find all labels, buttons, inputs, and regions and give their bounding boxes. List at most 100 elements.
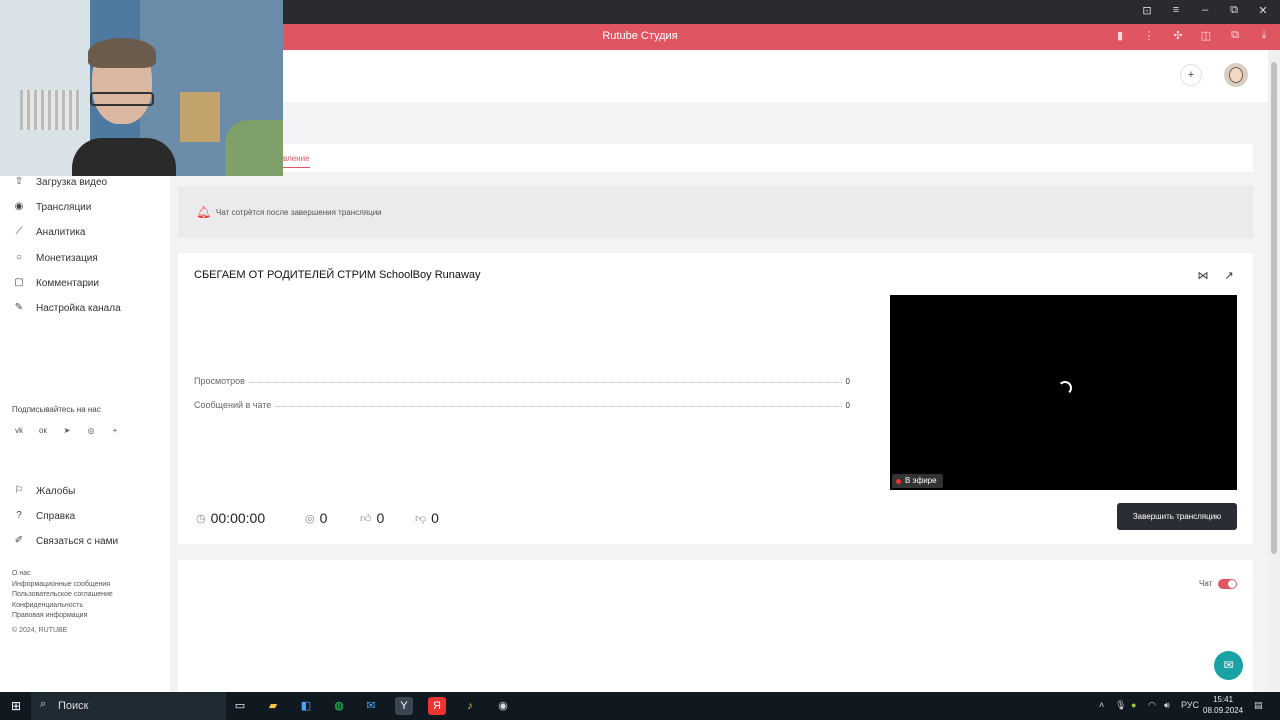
plus-icon[interactable]: + bbox=[108, 424, 122, 438]
live-badge: В эфире bbox=[892, 474, 943, 488]
scrollbar[interactable] bbox=[1268, 50, 1280, 692]
stream-card: СБЕГАЕМ ОТ РОДИТЕЛЕЙ СТРИМ SchoolBoy Run… bbox=[178, 253, 1253, 544]
vk-icon[interactable]: vk bbox=[12, 424, 26, 438]
sidebar-item-help[interactable]: ? Справка bbox=[12, 506, 75, 526]
ok-icon[interactable]: ок bbox=[36, 424, 50, 438]
sidebar-item-broadcasts[interactable]: ◉ Трансляции bbox=[12, 197, 92, 217]
telegram-icon[interactable]: ➤ bbox=[60, 424, 74, 438]
external-link-icon[interactable]: ↗ bbox=[1222, 269, 1236, 282]
copyright: © 2024, RUTUBE bbox=[12, 627, 68, 634]
sidebar-item-label: Справка bbox=[36, 510, 76, 522]
end-broadcast-button[interactable]: Завершить трансляцию bbox=[1117, 503, 1237, 530]
thumbs-down-icon: 👎︎ bbox=[415, 512, 427, 525]
footer-link-about[interactable]: О нас bbox=[12, 569, 113, 580]
maximize-button[interactable]: ⧉ bbox=[1226, 4, 1242, 17]
download-icon[interactable]: ⤓ bbox=[1256, 29, 1272, 42]
footer-link-terms[interactable]: Пользовательское соглашение bbox=[12, 590, 113, 601]
comment-icon: ▢ bbox=[14, 277, 24, 288]
stat-value: 0 bbox=[845, 377, 850, 386]
dislikes-meter: 👎︎ 0 bbox=[415, 510, 439, 526]
broadcast-icon: ◉ bbox=[14, 201, 24, 212]
yandex-icon[interactable]: Я bbox=[428, 697, 446, 715]
chat-card: Чат ✉ bbox=[178, 560, 1253, 692]
sidebar: ⇧ Загрузка видео ◉ Трансляции ⟋ Аналитик… bbox=[0, 102, 170, 692]
sidebar-item-label: Комментарии bbox=[36, 277, 99, 289]
live-label: В эфире bbox=[905, 476, 937, 485]
thumbs-up-icon: 👍︎ bbox=[360, 512, 372, 525]
footer-link-legal[interactable]: Правовая информация bbox=[12, 611, 113, 622]
obs-icon[interactable]: ◉ bbox=[494, 697, 512, 715]
social-links: vk ок ➤ ◎ + bbox=[12, 424, 122, 438]
taskbar: ⊞ ⌕ Поиск ▭ ▰ ◧ ◍ ✉ Y Я ♪ ◉ ˄ 🎙︎ ● ◠ 🔊︎ … bbox=[0, 692, 1280, 720]
microphone-icon[interactable]: 🎙︎ bbox=[1115, 700, 1126, 711]
support-chat-button[interactable]: ✉ bbox=[1214, 651, 1243, 680]
sidebar-item-label: Аналитика bbox=[36, 226, 86, 238]
webcam-overlay bbox=[0, 0, 283, 176]
share-icon[interactable]: ⋈ bbox=[1196, 269, 1210, 282]
bookmark-flag-icon[interactable]: ▮ bbox=[1112, 29, 1128, 42]
clock-icon: ◷ bbox=[196, 512, 206, 525]
app-tray-icon[interactable]: ● bbox=[1131, 700, 1136, 710]
dislikes-value: 0 bbox=[431, 510, 439, 526]
stat-label: Сообщений в чате bbox=[194, 400, 272, 410]
sidebar-item-label: Монетизация bbox=[36, 252, 98, 264]
more-icon[interactable]: ⋮ bbox=[1141, 29, 1157, 42]
stat-views: Просмотров 0 bbox=[194, 372, 850, 386]
whatsapp-icon[interactable]: ◍ bbox=[330, 697, 348, 715]
sidebar-item-contact[interactable]: ✐ Связаться с нами bbox=[12, 531, 118, 551]
sidebar-item-channel-settings[interactable]: ✎ Настройка канала bbox=[12, 298, 121, 318]
yandex-browser-icon[interactable]: Y bbox=[395, 697, 413, 715]
task-view-icon[interactable]: ▭ bbox=[231, 697, 249, 715]
stat-label: Просмотров bbox=[194, 376, 245, 386]
search-label: Поиск bbox=[58, 700, 89, 712]
close-button[interactable]: ✕ bbox=[1255, 4, 1271, 17]
clock[interactable]: 15:41 08.09.2024 bbox=[1203, 694, 1243, 716]
tray-arrow-icon[interactable]: ˄ bbox=[1099, 700, 1104, 710]
store-icon[interactable]: ◧ bbox=[297, 697, 315, 715]
footer-link-info[interactable]: Информационные сообщения bbox=[12, 580, 113, 591]
sidebar-item-analytics[interactable]: ⟋ Аналитика bbox=[12, 222, 86, 242]
settings-wand-icon: ✎ bbox=[14, 302, 24, 313]
sidebar-item-complaints[interactable]: ⚐ Жалобы bbox=[12, 481, 76, 501]
menu-icon[interactable]: ≡ bbox=[1168, 4, 1184, 16]
notifications-icon[interactable]: ▤ bbox=[1254, 700, 1263, 711]
avatar[interactable] bbox=[1224, 63, 1248, 87]
explorer-icon[interactable]: ▰ bbox=[264, 697, 282, 715]
add-content-button[interactable]: + bbox=[1180, 64, 1202, 86]
subscribe-label: Подписывайтесь на нас bbox=[12, 405, 101, 414]
language-indicator[interactable]: РУС bbox=[1181, 700, 1199, 710]
sidebar-item-label: Жалобы bbox=[36, 485, 76, 497]
viewers-value: 0 bbox=[319, 510, 328, 526]
money-icon: ○ bbox=[15, 252, 23, 263]
mail-icon[interactable]: ✉ bbox=[362, 697, 380, 715]
flag-icon: ⚐ bbox=[14, 485, 24, 496]
tab-active[interactable]: вление bbox=[283, 154, 310, 168]
bookmark-icon[interactable]: ⊡ bbox=[1139, 4, 1155, 17]
video-player[interactable]: В эфире bbox=[890, 295, 1237, 490]
extensions-icon[interactable]: ✣ bbox=[1170, 29, 1186, 42]
sidebar-item-monetization[interactable]: ○ Монетизация bbox=[12, 248, 98, 268]
duration-meter: ◷ 00:00:00 bbox=[196, 510, 265, 526]
network-icon[interactable]: ◠ bbox=[1148, 700, 1156, 711]
volume-icon[interactable]: 🔊︎ bbox=[1164, 700, 1170, 711]
sidebar-item-label: Настройка канала bbox=[36, 302, 121, 314]
likes-value: 0 bbox=[376, 510, 385, 526]
taskbar-search[interactable]: ⌕ Поиск bbox=[31, 692, 226, 720]
sidebar-item-comments[interactable]: ▢ Комментарии bbox=[12, 273, 99, 293]
chat-toggle[interactable] bbox=[1218, 579, 1237, 589]
yandex-music-icon[interactable]: ♪ bbox=[461, 697, 479, 715]
viewers-icon: ◎ bbox=[305, 512, 315, 525]
minimize-button[interactable]: – bbox=[1197, 4, 1213, 16]
analytics-icon: ⟋ bbox=[15, 226, 23, 237]
screenshot-icon[interactable]: ◫ bbox=[1198, 29, 1214, 42]
windows-start-icon[interactable]: ⊞ bbox=[9, 699, 23, 713]
footer-links: О нас Информационные сообщения Пользоват… bbox=[12, 569, 113, 622]
upload-icon: ⇧ bbox=[14, 176, 24, 187]
bell-icon: 🔔︎ bbox=[196, 205, 212, 219]
viber-icon[interactable]: ◎ bbox=[84, 424, 98, 438]
stream-title: СБЕГАЕМ ОТ РОДИТЕЛЕЙ СТРИМ SchoolBoy Run… bbox=[194, 269, 481, 281]
live-dot-icon bbox=[896, 478, 901, 484]
footer-link-privacy[interactable]: Конфиденциальность bbox=[12, 601, 113, 612]
search-icon: ⌕ bbox=[40, 698, 47, 710]
collections-icon[interactable]: ⧉ bbox=[1227, 29, 1243, 42]
